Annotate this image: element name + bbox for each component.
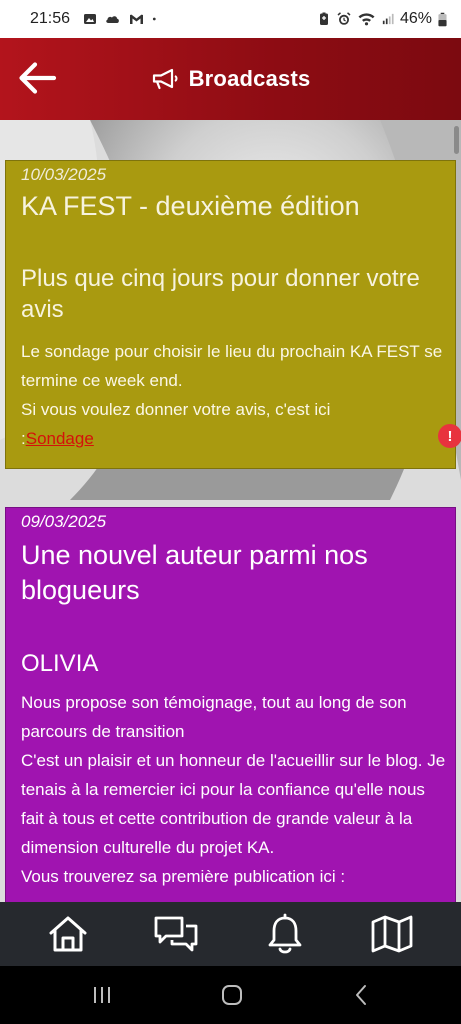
nav-map[interactable] xyxy=(366,910,418,958)
gallery-icon xyxy=(84,14,97,24)
system-home-button[interactable] xyxy=(212,980,252,1010)
system-nav xyxy=(0,966,461,1024)
body-line: Vous trouverez sa première publication i… xyxy=(21,867,346,886)
app-header: Broadcasts xyxy=(0,38,461,120)
status-time: 21:56 xyxy=(30,10,71,27)
battery-percent: 46% xyxy=(399,10,432,27)
body-line: C'est un plaisir et un honneur de l'acue… xyxy=(21,751,446,857)
broadcast-feed[interactable]: 10/03/2025 KA FEST - deuxième édition Pl… xyxy=(0,120,461,902)
page-title: Broadcasts xyxy=(188,66,311,91)
broadcast-card[interactable]: 09/03/2025 Une nouvel auteur parmi nos b… xyxy=(5,507,456,902)
broadcast-body: Nous propose son témoignage, tout au lon… xyxy=(21,688,446,891)
wifi-icon xyxy=(358,13,375,26)
dot-icon xyxy=(152,17,156,21)
sondage-link[interactable]: Sondage xyxy=(26,429,94,448)
bottom-nav xyxy=(0,902,461,966)
back-chevron-icon xyxy=(356,985,366,1005)
broadcast-card[interactable]: 10/03/2025 KA FEST - deuxième édition Pl… xyxy=(5,160,456,469)
header-title-group: Broadcasts xyxy=(0,38,461,120)
home-icon xyxy=(49,916,87,952)
recents-button[interactable] xyxy=(82,980,122,1010)
body-line: Le sondage pour choisir le lieu du proch… xyxy=(21,342,443,390)
broadcast-title: Une nouvel auteur parmi nos blogueurs xyxy=(21,540,368,605)
home-circle-icon xyxy=(222,985,242,1005)
recents-icon xyxy=(94,987,110,1003)
nav-notifications[interactable] xyxy=(259,910,311,958)
status-bar: 21:56 46% xyxy=(0,0,461,38)
cloud-icon xyxy=(106,16,119,23)
alert-badge[interactable]: ! xyxy=(438,424,461,448)
nav-home[interactable] xyxy=(42,910,94,958)
megaphone-icon xyxy=(152,68,178,90)
broadcast-body: Le sondage pour choisir le lieu du proch… xyxy=(21,337,446,453)
signal-icon xyxy=(382,13,394,25)
alarm-icon xyxy=(337,12,351,25)
broadcast-title: KA FEST - deuxième édition xyxy=(21,191,360,221)
broadcast-date: 10/03/2025 xyxy=(21,165,107,184)
status-right: 46% xyxy=(317,10,447,28)
chat-icon xyxy=(154,916,198,952)
battery-saver-icon xyxy=(319,12,328,25)
broadcast-subtitle: Plus que cinq jours pour donner votre av… xyxy=(21,265,420,323)
body-line: Si vous voulez donner votre avis, c'est … xyxy=(21,400,331,419)
battery-icon xyxy=(438,12,447,26)
map-icon xyxy=(371,915,413,953)
back-button[interactable] xyxy=(14,58,60,98)
gmail-icon xyxy=(130,14,144,24)
arrow-left-icon xyxy=(19,62,57,94)
system-back-button[interactable] xyxy=(342,980,382,1010)
bell-icon xyxy=(268,913,302,954)
broadcast-date: 09/03/2025 xyxy=(21,512,107,531)
status-left: 21:56 xyxy=(30,10,160,28)
nav-chat[interactable] xyxy=(150,910,202,958)
scrollbar-thumb[interactable] xyxy=(454,126,459,154)
broadcast-subtitle: OLIVIA xyxy=(21,650,99,677)
link-line: :Sondage xyxy=(21,424,446,453)
body-line: Nous propose son témoignage, tout au lon… xyxy=(21,693,407,741)
